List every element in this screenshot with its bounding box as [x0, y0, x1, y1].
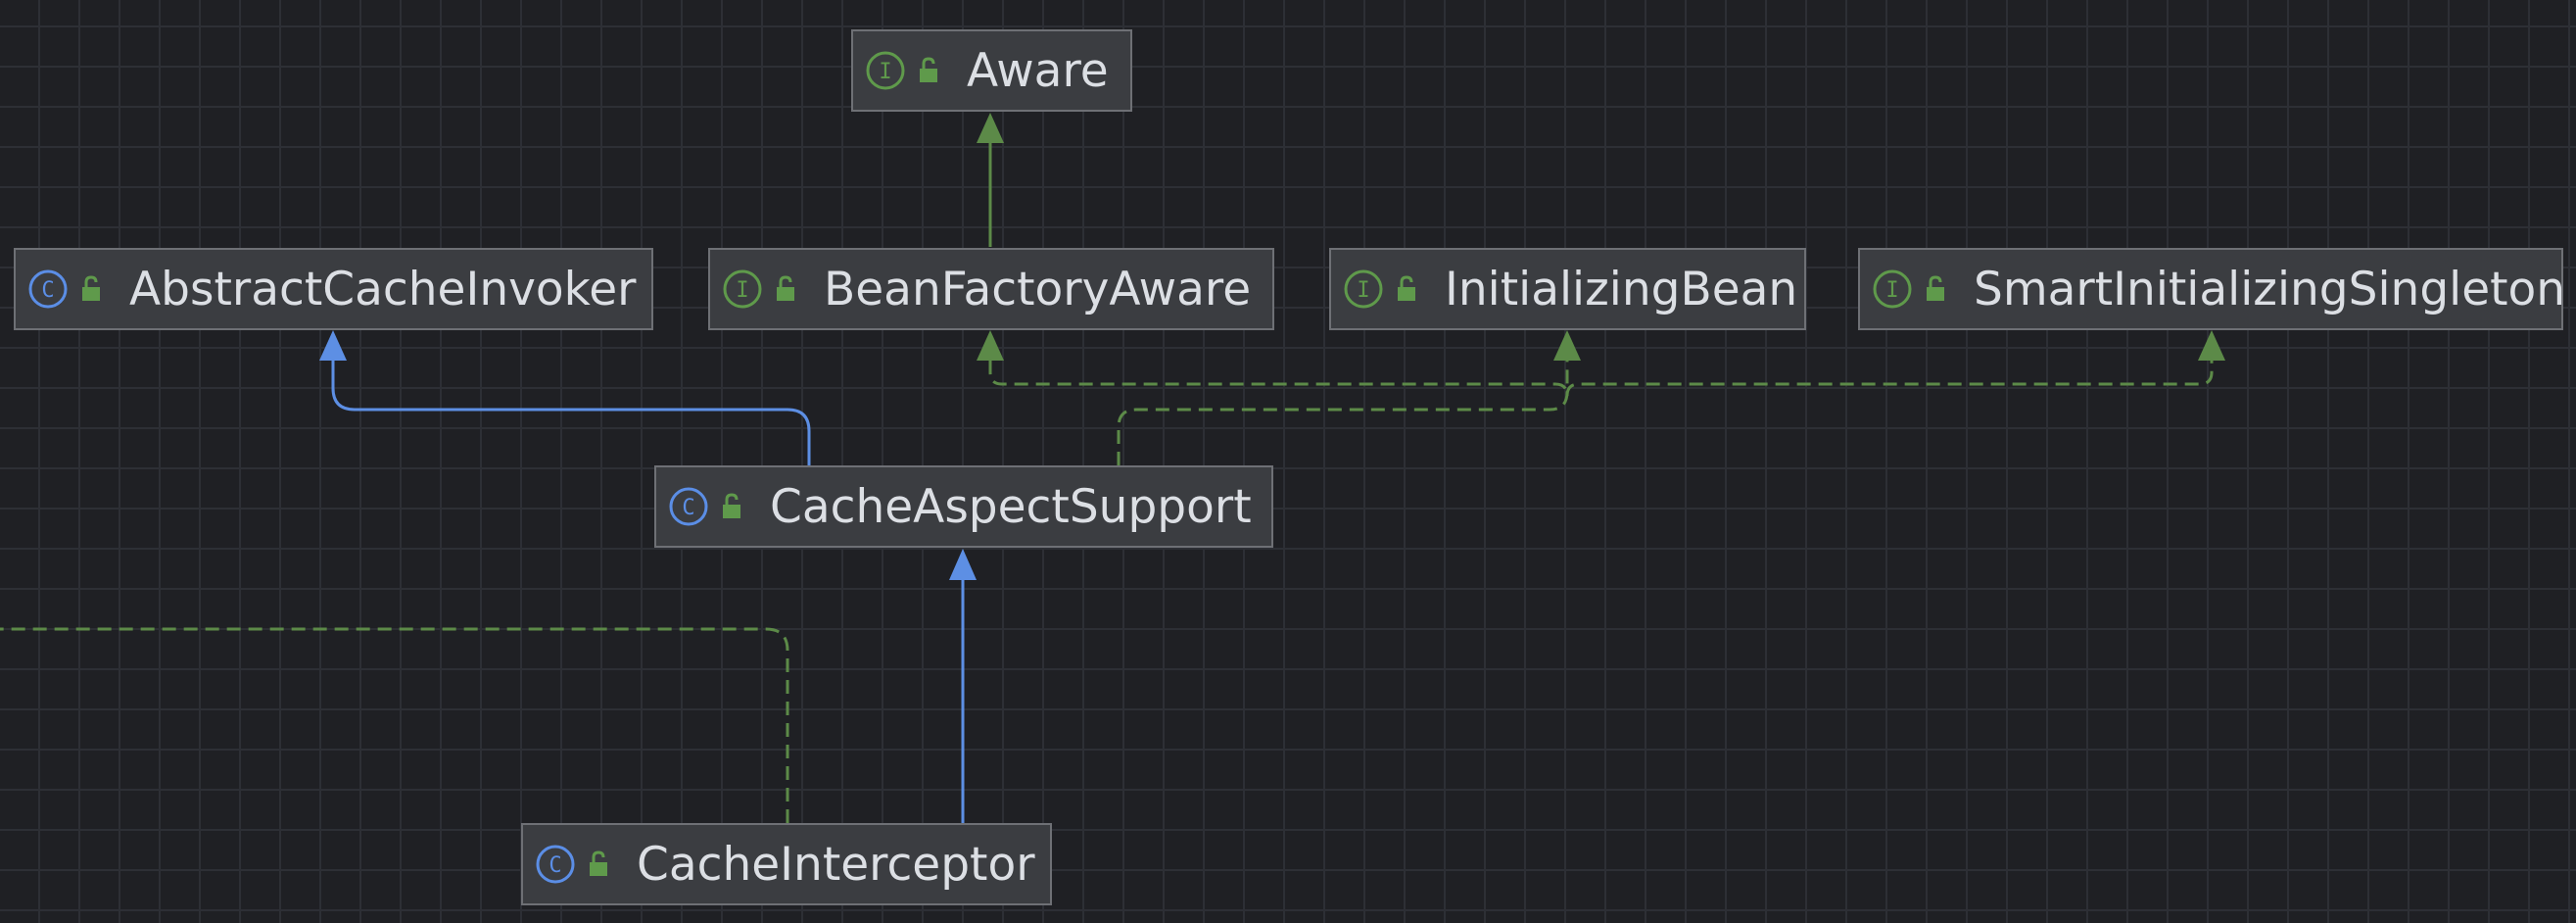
diagram-canvas[interactable]: I Aware C AbstractCacheInvoker I BeanFac… — [0, 0, 2576, 923]
node-smart-initializing-singleton[interactable]: I SmartInitializingSingleton — [1858, 248, 2566, 330]
class-icon: C — [28, 269, 68, 309]
svg-text:C: C — [549, 853, 561, 878]
node-bean-factory-aware[interactable]: I BeanFactoryAware — [708, 248, 1274, 330]
interface-icon: I — [866, 51, 905, 90]
arrowhead-beanfactoryaware — [977, 330, 1004, 361]
node-aware[interactable]: I Aware — [851, 29, 1132, 112]
interface-icon: I — [723, 269, 762, 309]
interface-icon: I — [1873, 269, 1912, 309]
node-label: Aware — [967, 43, 1109, 98]
arrowhead-smartinitializingsingleton — [2198, 330, 2225, 361]
arrowhead-abstractcacheinvoker — [319, 330, 347, 361]
svg-text:I: I — [1357, 278, 1369, 303]
edge-cacheaspectsupport-abstractcacheinvoker — [331, 361, 811, 465]
edge-cacheaspectsupport-interfaces — [1117, 361, 1569, 465]
class-icon: C — [669, 487, 708, 526]
node-label: CacheAspectSupport — [770, 479, 1252, 534]
node-abstract-cache-invoker[interactable]: C AbstractCacheInvoker — [14, 248, 653, 330]
svg-text:C: C — [41, 278, 54, 303]
node-label: AbstractCacheInvoker — [129, 262, 637, 316]
edge-cacheinterceptor-offscreen — [0, 627, 789, 823]
public-lock-icon — [1398, 275, 1415, 301]
arrowhead-cacheaspectsupport — [949, 549, 977, 580]
node-label: BeanFactoryAware — [824, 262, 1252, 316]
node-label: InitializingBean — [1445, 262, 1798, 316]
public-lock-icon — [777, 275, 794, 301]
interface-icon: I — [1344, 269, 1383, 309]
svg-text:I: I — [736, 278, 748, 303]
public-lock-icon — [590, 850, 607, 876]
edge-implements-beanfactoryaware — [988, 361, 1569, 397]
edge-implements-smartinitializingsingleton — [1565, 361, 2214, 397]
public-lock-icon — [723, 493, 740, 518]
svg-text:I: I — [879, 60, 891, 84]
public-lock-icon — [1927, 275, 1944, 301]
node-label: SmartInitializingSingleton — [1974, 262, 2566, 316]
edges-layer — [0, 113, 2225, 823]
node-cache-interceptor[interactable]: C CacheInterceptor — [521, 823, 1052, 905]
svg-text:C: C — [682, 496, 694, 520]
svg-text:I: I — [1885, 278, 1898, 303]
class-icon: C — [536, 845, 575, 884]
node-label: CacheInterceptor — [637, 837, 1035, 892]
arrowhead-initializingbean — [1553, 330, 1581, 361]
public-lock-icon — [82, 275, 100, 301]
node-initializing-bean[interactable]: I InitializingBean — [1329, 248, 1806, 330]
arrowhead-aware — [977, 113, 1004, 143]
node-cache-aspect-support[interactable]: C CacheAspectSupport — [654, 465, 1273, 548]
public-lock-icon — [920, 57, 937, 82]
